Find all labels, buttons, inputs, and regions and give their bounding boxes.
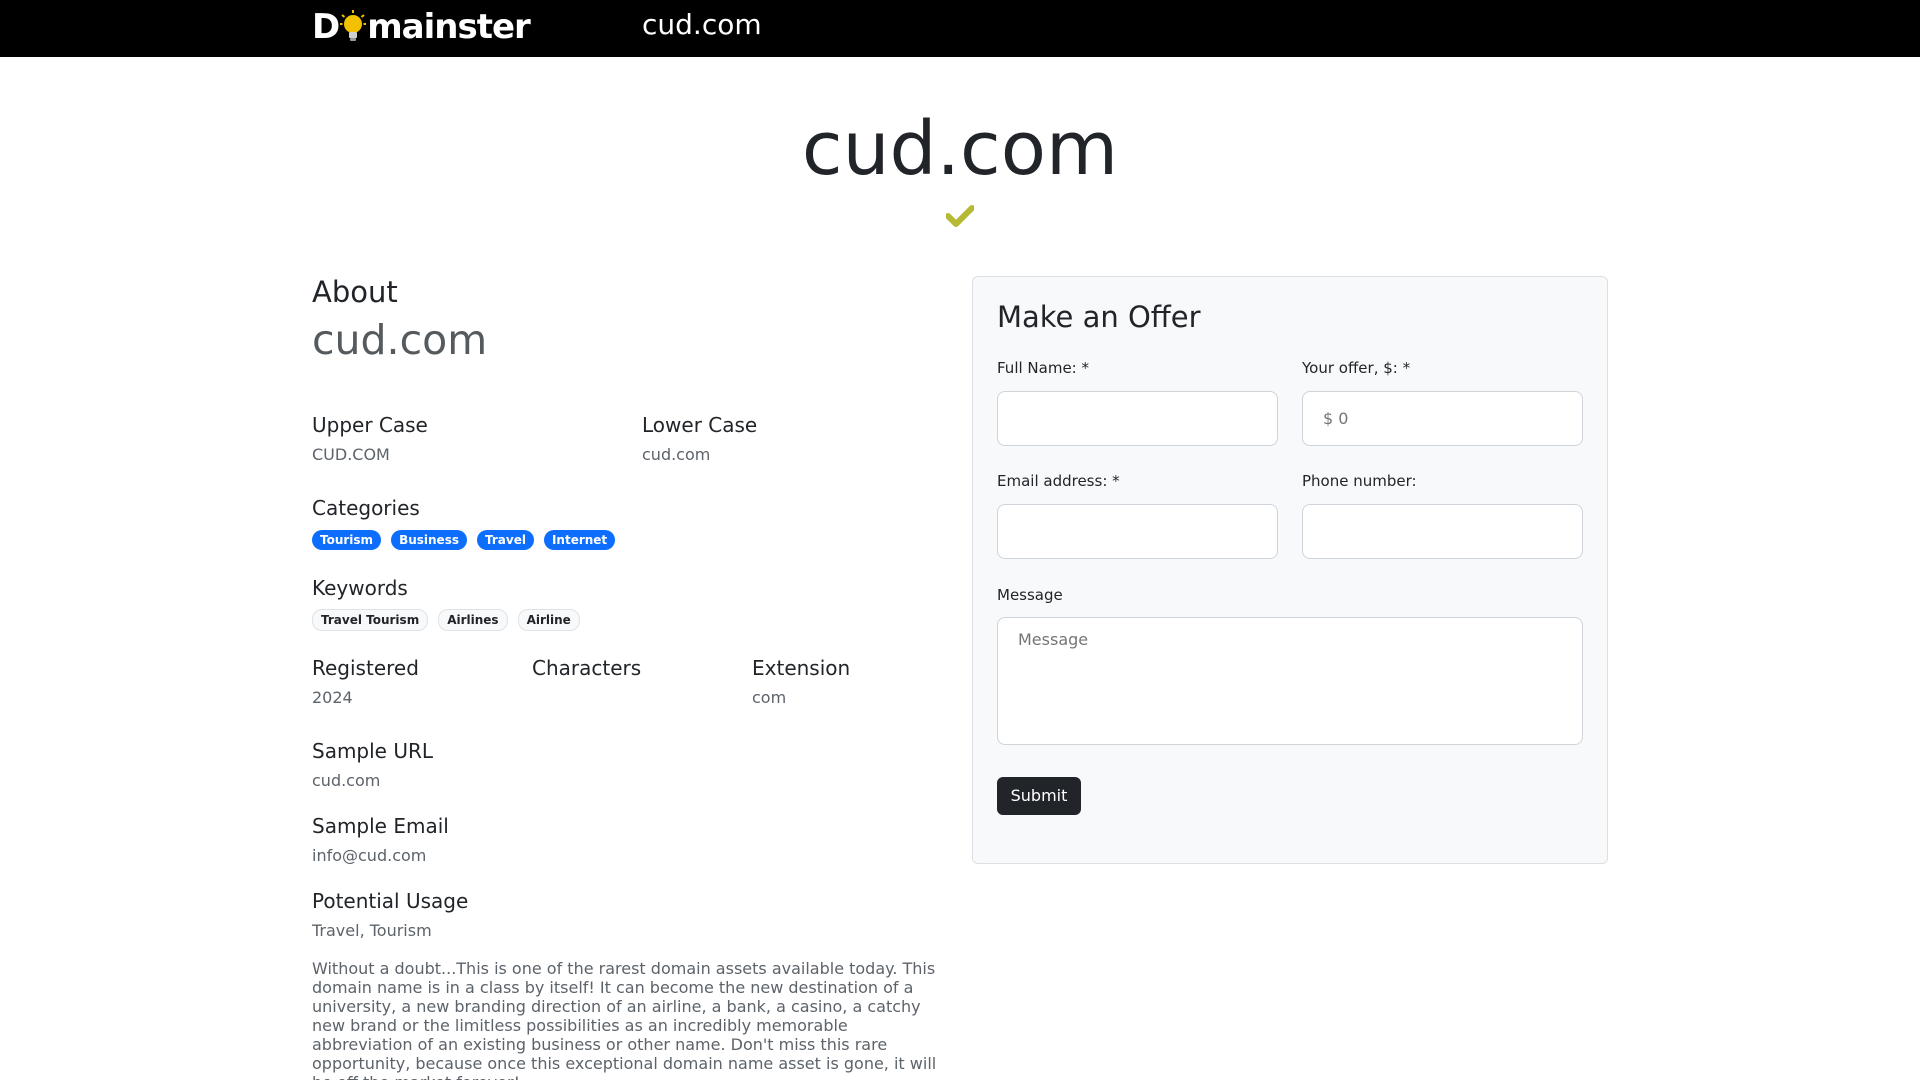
lower-case-label: Lower Case [642,413,758,437]
about-heading: About [312,275,398,309]
keyword-badge[interactable]: Travel Tourism [312,609,429,631]
email-input[interactable] [997,504,1278,559]
upper-case-value: CUD.COM [312,445,390,464]
check-icon [946,205,974,227]
registered-value: 2024 [312,688,353,707]
offer-amount-input[interactable] [1302,391,1583,446]
offer-card: Make an Offer Full Name: * Your offer, $… [972,276,1608,864]
keywords-label: Keywords [312,576,408,600]
domainster-logo[interactable]: D mainster [312,7,531,47]
navbar-domain-link[interactable]: cud.com [642,8,762,41]
message-label: Message [997,586,1063,604]
sample-url-block: Sample URL cud.com [312,738,433,792]
extension-block: Extension com [752,655,850,709]
upper-case-label: Upper Case [312,413,428,437]
about-domain: cud.com [312,316,488,364]
sample-url-value: cud.com [312,771,381,790]
about-section: About cud.com [312,272,942,366]
message-textarea[interactable] [997,617,1583,745]
phone-input[interactable] [1302,504,1583,559]
upper-case-block: Upper Case CUD.COM [312,412,428,466]
category-badge[interactable]: Internet [543,530,616,550]
email-label: Email address: * [997,472,1120,490]
submit-button[interactable]: Submit [997,777,1081,815]
sample-url-label: Sample URL [312,739,434,763]
offer-card-title: Make an Offer [997,300,1201,334]
domain-description: Without a doubt...This is one of the rar… [312,959,937,1080]
phone-label: Phone number: [1302,472,1417,490]
lower-case-block: Lower Case cud.com [642,412,757,466]
lightbulb-icon [340,10,367,44]
full-name-input[interactable] [997,391,1278,446]
categories-label: Categories [312,496,420,520]
full-name-label: Full Name: * [997,359,1089,377]
registered-block: Registered 2024 [312,655,419,709]
extension-label: Extension [752,656,851,680]
keyword-badge[interactable]: Airline [517,609,580,631]
sample-email-block: Sample Email info@cud.com [312,813,449,867]
characters-block: Characters [532,655,641,681]
potential-usage-label: Potential Usage [312,889,469,913]
category-badge[interactable]: Tourism [312,530,382,550]
category-badge[interactable]: Travel [476,530,534,550]
logo-text-left: D [312,7,340,47]
potential-usage-value: Travel, Tourism [312,921,432,940]
extension-value: com [752,688,787,707]
keywords-block: Keywords Travel Tourism Airlines Airline [312,575,590,631]
keyword-pills: Travel Tourism Airlines Airline [312,609,590,631]
keyword-badge[interactable]: Airlines [438,609,508,631]
hero-domain-title: cud.com [801,106,1119,192]
category-pills: Tourism Business Travel Internet [312,529,625,550]
sample-email-label: Sample Email [312,814,449,838]
categories-block: Categories Tourism Business Travel Internet [312,495,625,550]
registered-label: Registered [312,656,419,680]
top-navbar: D mainster cud.com [0,0,1920,57]
sample-email-value: info@cud.com [312,846,427,865]
characters-label: Characters [532,656,642,680]
potential-usage-block: Potential Usage Travel, Tourism [312,888,468,942]
category-badge[interactable]: Business [391,530,467,550]
lower-case-value: cud.com [642,445,711,464]
logo-text-right: mainster [367,7,531,47]
offer-amount-label: Your offer, $: * [1302,359,1411,377]
